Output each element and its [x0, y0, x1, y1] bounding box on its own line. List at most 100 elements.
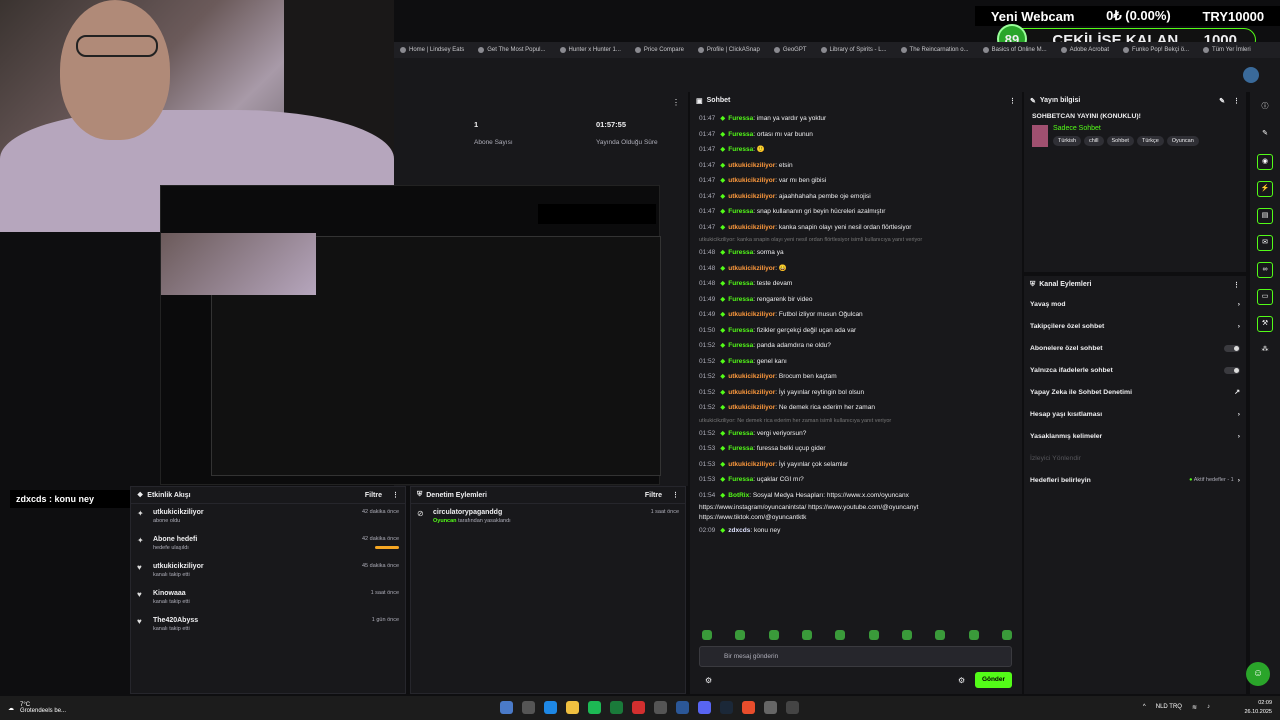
stream-category[interactable]: Sadece Sohbet	[1053, 125, 1202, 132]
app-icon[interactable]	[654, 701, 667, 714]
chat-input[interactable]: Bir mesaj gönderin	[699, 646, 1012, 667]
more-icon[interactable]: ⋮	[672, 98, 680, 107]
chat-bubble-icon[interactable]: ✉	[1257, 235, 1273, 251]
emote-icon[interactable]	[968, 630, 979, 640]
activity-item[interactable]: ♥ Kinowaaa kanalı takip etti 1 saat önce	[131, 585, 405, 612]
channel-action-row[interactable]: Yalnızca ifadelerle sohbet	[1024, 359, 1246, 381]
edge-icon[interactable]	[544, 701, 557, 714]
clip-icon[interactable]: ▤	[1257, 208, 1273, 224]
channel-action-row[interactable]: İzleyici Yönlendir	[1024, 447, 1246, 469]
app-icon[interactable]	[786, 701, 799, 714]
chat-username[interactable]: Furessa	[728, 342, 753, 349]
volume-icon[interactable]: ♪	[1207, 704, 1210, 711]
chat-username[interactable]: utkukicikziliyor	[728, 224, 775, 231]
emote-icon[interactable]	[768, 630, 779, 640]
chat-username[interactable]: Furessa	[728, 476, 753, 483]
info-icon[interactable]: ⓘ	[1257, 100, 1273, 116]
activity-item[interactable]: ♥ utkukicikziliyor kanalı takip etti 45 dak…	[131, 558, 405, 585]
channel-action-row[interactable]: Yapay Zeka ile Sohbet Denetimi ↗	[1024, 381, 1246, 403]
bookmark-item[interactable]: Get The Most Popul...	[478, 47, 546, 53]
search-icon[interactable]	[522, 701, 535, 714]
windows-icon[interactable]	[500, 701, 513, 714]
more-icon[interactable]: ⋮	[1009, 97, 1016, 105]
weather-widget[interactable]: ☁ 7°C Grotendeels be...	[0, 702, 66, 714]
emote-icon[interactable]	[868, 630, 879, 640]
users-icon[interactable]: ⁂	[1257, 343, 1273, 359]
chat-username[interactable]: Furessa	[728, 131, 753, 138]
stream-tag[interactable]: Türkish	[1053, 136, 1082, 146]
more-icon[interactable]: ⋮	[1233, 97, 1240, 105]
stream-tag[interactable]: Oyuncan	[1166, 136, 1199, 146]
chat-username[interactable]: Furessa	[728, 208, 753, 215]
chat-username[interactable]: Furessa	[728, 280, 753, 287]
chat-username[interactable]: BotRix	[728, 492, 749, 499]
obs-icon[interactable]	[764, 701, 777, 714]
send-button[interactable]: Gönder	[975, 672, 1012, 688]
spotify-icon[interactable]	[588, 701, 601, 714]
activity-item[interactable]: ✦ Abone hedefi hedefe ulaşıldı 42 dakika ön…	[131, 531, 405, 558]
chat-username[interactable]: Furessa	[728, 430, 753, 437]
bookmark-item[interactable]: Home | Lindsey Eats	[400, 47, 464, 53]
wrench-icon[interactable]: ⚒	[1257, 316, 1273, 332]
bookmark-item[interactable]: Basics of Online M...	[982, 47, 1047, 53]
help-button[interactable]: ☺	[1246, 662, 1270, 686]
bookmark-item[interactable]: GeoGPT	[773, 47, 807, 53]
toggle-switch[interactable]	[1224, 366, 1240, 374]
camera-icon[interactable]: ◉	[1257, 154, 1273, 170]
chat-username[interactable]: utkukicikziliyor	[728, 193, 775, 200]
emote-icon[interactable]	[801, 630, 812, 640]
chat-username[interactable]: utkukicikziliyor	[728, 162, 775, 169]
emote-icon[interactable]	[702, 630, 712, 640]
chat-username[interactable]: Furessa	[728, 358, 753, 365]
bookmark-item[interactable]: Price Compare	[634, 47, 684, 53]
edit-icon[interactable]: ✎	[1257, 127, 1273, 143]
chevron-up-icon[interactable]: ^	[1143, 704, 1146, 711]
chat-username[interactable]: zdxcds	[728, 527, 750, 534]
avatar[interactable]	[1243, 67, 1259, 83]
chat-username[interactable]: utkukicikziliyor	[728, 404, 775, 411]
channel-action-row[interactable]: Yavaş mod ›	[1024, 293, 1246, 315]
app-icon[interactable]	[676, 701, 689, 714]
chat-username[interactable]: utkukicikziliyor	[728, 265, 775, 272]
stream-tag[interactable]: Türkçe	[1136, 136, 1164, 146]
activity-item[interactable]: ♥ The420Abyss kanalı takip etti 1 gün önce	[131, 612, 405, 639]
discord-icon[interactable]	[698, 701, 711, 714]
edit-icon[interactable]: ✎	[1219, 97, 1225, 105]
chat-username[interactable]: Furessa	[728, 249, 753, 256]
bookmark-item[interactable]: The Reincarnation o...	[900, 47, 969, 53]
chat-username[interactable]: Furessa	[728, 115, 753, 122]
settings-icon[interactable]: ⚙	[705, 676, 712, 685]
chat-username[interactable]: utkukicikziliyor	[728, 389, 775, 396]
bookmark-item[interactable]: Funko Pop! Bekçi ö...	[1123, 47, 1189, 53]
link-icon[interactable]: ∞	[1257, 262, 1273, 278]
toggle-switch[interactable]	[1224, 344, 1240, 352]
channel-action-row[interactable]: Hedefleri belirleyin ● Aktif hedefler - 1…	[1024, 469, 1246, 491]
chat-username[interactable]: Furessa	[728, 327, 753, 334]
bolt-icon[interactable]: ⚡	[1257, 181, 1273, 197]
chat-username[interactable]: utkukicikziliyor	[728, 311, 775, 318]
emote-icon[interactable]	[835, 630, 846, 640]
chat-username[interactable]: utkukicikziliyor	[728, 461, 775, 468]
language-indicator[interactable]: NLD TRQ	[1156, 704, 1182, 711]
bookmark-item[interactable]: Profile | ClickASnap	[697, 47, 760, 53]
monitor-icon[interactable]: ▭	[1257, 289, 1273, 305]
chat-username[interactable]: utkukicikziliyor	[728, 373, 775, 380]
emote-icon[interactable]	[935, 630, 946, 640]
chat-username[interactable]: utkukicikziliyor	[728, 177, 775, 184]
pdf-icon[interactable]	[632, 701, 645, 714]
channel-action-row[interactable]: Abonelere özel sohbet	[1024, 337, 1246, 359]
wifi-icon[interactable]: ≋	[1192, 704, 1197, 711]
channel-action-row[interactable]: Hesap yaşı kısıtlaması ›	[1024, 403, 1246, 425]
moderation-item[interactable]: ⊘ circulatorypaganddg Oyuncan tarafından…	[411, 504, 685, 531]
emote-icon[interactable]	[735, 630, 746, 640]
emote-icon[interactable]	[1001, 630, 1012, 640]
folder-icon[interactable]	[566, 701, 579, 714]
channel-action-row[interactable]: Yasaklanmış kelimeler ›	[1024, 425, 1246, 447]
chat-username[interactable]: Furessa	[728, 146, 753, 153]
more-icon[interactable]: ⋮	[392, 491, 399, 499]
more-icon[interactable]: ⋮	[672, 491, 679, 499]
filter-button[interactable]: Filtre	[365, 492, 382, 499]
excel-icon[interactable]	[610, 701, 623, 714]
channel-action-row[interactable]: Takipçilere özel sohbet ›	[1024, 315, 1246, 337]
bookmark-item[interactable]: Library of Spirits - L...	[820, 47, 887, 53]
